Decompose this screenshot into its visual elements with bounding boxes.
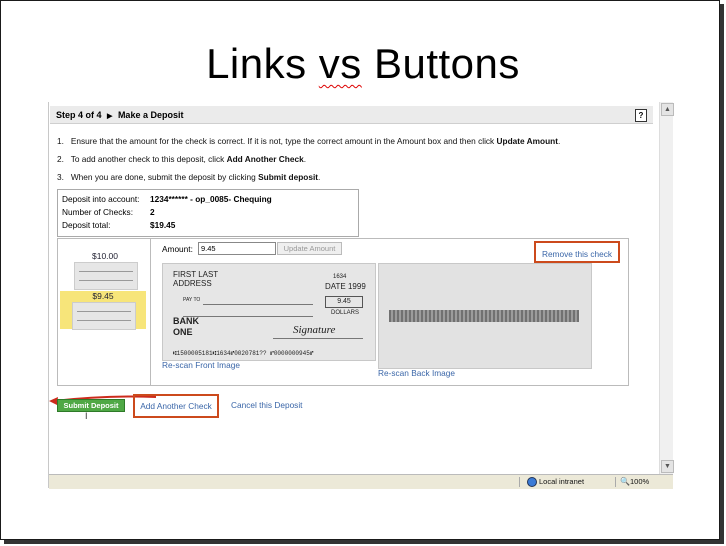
check-amount-box: 9.45 [325, 296, 363, 308]
rescan-front-link[interactable]: Re-scan Front Image [162, 360, 240, 370]
scroll-down-arrow-icon[interactable]: ▼ [661, 460, 674, 473]
amount-label: Amount: [162, 244, 193, 254]
instruction-number: 3. [57, 172, 64, 182]
check-amount-line [183, 316, 313, 317]
check-date: DATE 1999 [325, 282, 366, 291]
summary-label: Deposit into account: [62, 194, 140, 204]
globe-icon [527, 477, 537, 487]
check-endorsement-stamp [389, 310, 579, 322]
amount-input[interactable]: 9.45 [198, 242, 276, 255]
check-signature-line [273, 338, 363, 339]
instruction-item: 2. To add another check to this deposit,… [57, 154, 306, 164]
summary-row-total: Deposit total: $19.45 [62, 220, 175, 230]
update-amount-button[interactable]: Update Amount [277, 242, 342, 255]
instruction-text: When you are done, submit the deposit by… [70, 172, 259, 182]
check-micr-line: ⑆1500005181⑆1634⑈0020781?? ⑈0000000945⑈ [173, 350, 314, 357]
check-thumbnail-image [72, 302, 136, 330]
instruction-text-end: . [303, 154, 307, 164]
status-divider [615, 477, 616, 487]
instruction-bold: Add Another Check [226, 154, 304, 164]
instruction-bold: Update Amount [496, 136, 558, 146]
instruction-text: Ensure that the amount for the check is … [70, 136, 497, 146]
vertical-scrollbar[interactable]: ▲ ▼ [659, 102, 674, 474]
check-thumbnail[interactable]: $10.00 [66, 251, 144, 291]
instruction-text-end: . [557, 136, 561, 146]
check-payer-name: FIRST LAST [173, 270, 219, 279]
text-cursor-icon: I [85, 411, 88, 421]
summary-value: 2 [150, 207, 155, 217]
check-review-panel: $10.00 $9.45 Amount: 9.45 Update Amount … [57, 238, 629, 386]
check-thumbnail-image [74, 262, 138, 290]
help-icon[interactable]: ? [635, 109, 647, 122]
scroll-up-arrow-icon[interactable]: ▲ [661, 103, 674, 116]
add-check-highlight: Add Another Check [133, 394, 219, 418]
title-text-3: Buttons [361, 40, 520, 87]
check-pay-to: PAY TO [183, 297, 201, 303]
browser-window: ▲ ▼ Step 4 of 4 ▶ Make a Deposit ? 1. En… [48, 102, 674, 489]
check-thumbnail-list: $10.00 $9.45 [58, 239, 151, 385]
instruction-item: 1. Ensure that the amount for the check … [57, 136, 560, 146]
remove-check-link[interactable]: Remove this check [542, 249, 612, 259]
summary-label: Deposit total: [62, 220, 111, 230]
check-dollars: DOLLARS [331, 310, 360, 316]
title-text-1: Links [206, 40, 319, 87]
step-header: Step 4 of 4 ▶ Make a Deposit ? [50, 106, 653, 124]
instruction-number: 1. [57, 136, 64, 146]
triangle-right-icon: ▶ [107, 113, 113, 120]
rescan-back-link[interactable]: Re-scan Back Image [378, 368, 455, 378]
check-payee-line [203, 304, 313, 305]
check-bank-name-2: ONE [173, 327, 193, 337]
security-zone: Local intranet [539, 477, 585, 486]
check-back-image [378, 263, 592, 369]
check-front-image: FIRST LAST ADDRESS 1634 DATE 1999 PAY TO… [162, 263, 376, 361]
page-title: Make a Deposit [117, 110, 184, 120]
remove-check-highlight: Remove this check [534, 241, 620, 263]
title-text-2: vs [318, 40, 362, 87]
instruction-text: To add another check to this deposit, cl… [70, 154, 227, 164]
zoom-icon[interactable]: 🔍 [620, 477, 630, 486]
status-bar: Local intranet 🔍 100% [49, 474, 673, 489]
summary-value: $19.45 [150, 220, 176, 230]
status-divider [519, 477, 520, 487]
check-number: 1634 [333, 274, 347, 280]
check-bank-name: BANK [173, 316, 199, 326]
summary-label: Number of Checks: [62, 207, 134, 217]
thumbnail-amount: $10.00 [92, 251, 118, 261]
slide-title: Links vs Buttons [0, 40, 726, 88]
instruction-text-end: . [318, 172, 321, 182]
submit-deposit-button[interactable]: Submit Deposit [57, 399, 125, 412]
step-indicator: Step 4 of 4 [56, 110, 102, 120]
instruction-bold: Submit deposit [258, 172, 319, 182]
check-payer-address: ADDRESS [173, 279, 212, 288]
summary-value: 1234****** - op_0085- Chequing [150, 194, 272, 204]
instruction-number: 2. [57, 154, 64, 164]
instruction-item: 3. When you are done, submit the deposit… [57, 172, 320, 182]
summary-row-checks: Number of Checks: 2 [62, 207, 155, 217]
summary-row-account: Deposit into account: 1234****** - op_008… [62, 194, 272, 204]
add-another-check-link[interactable]: Add Another Check [140, 401, 212, 411]
zoom-level[interactable]: 100% [630, 477, 649, 486]
deposit-summary: Deposit into account: 1234****** - op_008… [57, 189, 359, 237]
cancel-deposit-link[interactable]: Cancel this Deposit [231, 400, 302, 410]
check-thumbnail-selected[interactable]: $9.45 [60, 291, 146, 330]
check-signature: Signature [293, 324, 336, 336]
thumbnail-amount: $9.45 [92, 291, 114, 301]
